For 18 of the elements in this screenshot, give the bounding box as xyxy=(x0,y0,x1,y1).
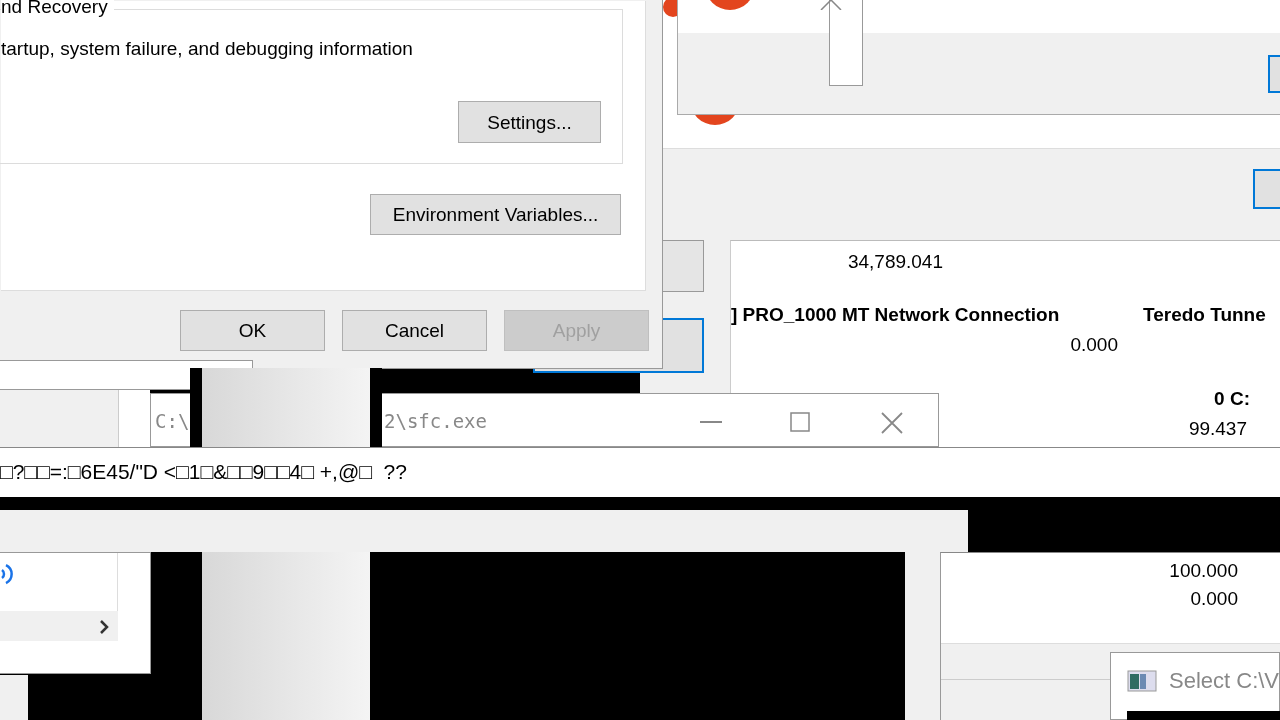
group-title: nd Recovery xyxy=(1,0,114,18)
counter-heading: 0 C: xyxy=(1214,389,1250,408)
console-output: □?□□=:□6E45/"D <□1□&□□9□□4□ +,@□ ?? xyxy=(0,461,407,482)
window-title: C:\ xyxy=(155,412,190,431)
counter-value: 34,789.041 xyxy=(847,252,943,271)
window-title: Select C:\V xyxy=(1169,670,1280,692)
counter-value: 0.000 xyxy=(1190,589,1238,608)
counter-value: 0.000 xyxy=(1070,335,1118,354)
dialog-button[interactable]: Cancel xyxy=(342,310,487,351)
dialog-button[interactable]: OK xyxy=(180,310,325,351)
environment-variables-button[interactable]: Environment Variables... xyxy=(370,194,621,235)
settings-button[interactable]: Settings... xyxy=(458,101,601,143)
counter-heading: ] PRO_1000 MT Network Connection xyxy=(731,305,1060,324)
group-description: tartup, system failure, and debugging information xyxy=(1,39,413,60)
window-title: 2\sfc.exe xyxy=(384,412,487,431)
counter-heading: Teredo Tunne xyxy=(1143,305,1266,324)
counter-value: 99.437 xyxy=(1188,419,1247,438)
counter-value: 100.000 xyxy=(1169,561,1238,580)
